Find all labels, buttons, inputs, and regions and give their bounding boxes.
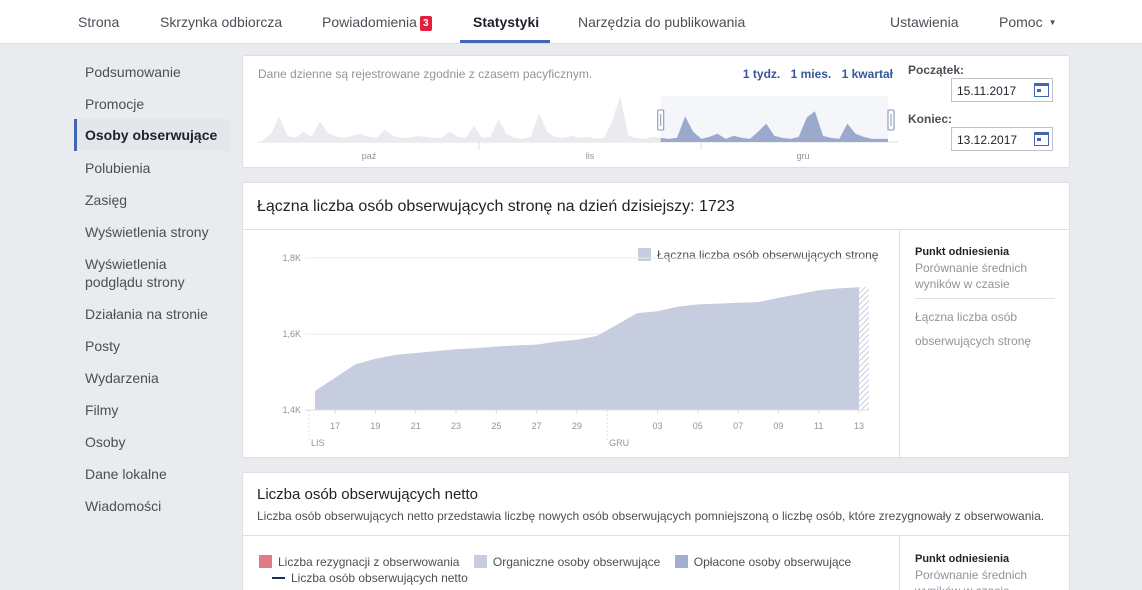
timezone-note: Dane dzienne są rejestrowane zgodnie z c… [258,67,593,81]
divider [899,229,900,457]
end-date-label: Koniec: [908,112,953,126]
total-followers-title: Łączna liczba osób obserwujących stronę … [257,198,735,215]
range-1-quarter[interactable]: 1 kwartał [842,67,893,81]
x-tick-label: 03 [653,421,663,431]
y-tick-label: 1,8K [282,253,301,263]
date-range-panel: Dane dzienne są rejestrowane zgodnie z c… [242,55,1070,168]
legend-label-paid: Opłacone osoby obserwujące [693,555,852,569]
net-followers-title: Liczba osób obserwujących netto [257,486,478,503]
total-followers-panel: Łączna liczba osób obserwujących stronę … [242,182,1070,458]
x-tick-label: 25 [491,421,501,431]
legend-swatch-unfollows [259,555,272,568]
x-tick-label: 09 [773,421,783,431]
month-label: LIS [311,438,325,448]
x-tick-label: 13 [854,421,864,431]
tab-notifications[interactable]: Powiadomienia 3 [322,0,432,43]
sidebar-item-people[interactable]: Osoby [74,433,230,451]
benchmark-title: Punkt odniesienia [915,553,1010,565]
sidebar-item-followers[interactable]: Osoby obserwujące [74,119,230,151]
sidebar-item-videos[interactable]: Filmy [74,401,230,419]
sidebar-item-reach[interactable]: Zasięg [74,191,230,209]
followers-area-chart[interactable]: 1,4K 1,6K 1,8K 17 19 21 23 25 27 29 03 05 07 09 11 13 L… [243,230,883,458]
x-tick-label: 05 [693,421,703,431]
sidebar-item-messages[interactable]: Wiadomości [74,497,230,515]
legend-label-net: Liczba osób obserwujących netto [291,571,468,585]
calendar-icon[interactable] [1034,132,1049,146]
legend-label-organic: Organiczne osoby obserwujące [492,555,661,569]
end-date-value: 13.12.2017 [957,133,1018,147]
legend-label-unfollows: Liczba rezygnacji z obserwowania [278,555,460,569]
tab-page[interactable]: Strona [78,0,119,43]
sidebar-item-posts[interactable]: Posty [74,337,230,355]
benchmark-subtitle: Porównanie średnich wyników w czasie [915,261,1028,291]
tab-notifications-label: Powiadomienia [322,14,417,30]
settings-link[interactable]: Ustawienia [890,0,958,43]
start-date-input[interactable]: 15.11.2017 [951,78,1053,102]
y-tick-label: 1,4K [282,405,301,415]
legend-swatch-organic [473,555,487,568]
sidebar-item-page-previews[interactable]: Wyświetlenia podglądu strony [74,255,194,291]
sidebar-item-overview[interactable]: Podsumowanie [74,63,230,81]
end-date-input[interactable]: 13.12.2017 [951,127,1053,151]
active-tab-indicator [460,40,550,43]
benchmark-title: Punkt odniesienia [915,246,1010,258]
divider [243,535,1069,536]
caret-down-icon: ▼ [1048,18,1057,27]
tab-insights[interactable]: Statystyki [473,0,539,43]
start-date-label: Początek: [908,63,965,77]
month-label-oct: paź [362,151,377,161]
sidebar-item-events[interactable]: Wydarzenia [74,369,230,387]
x-tick-label: 19 [370,421,380,431]
benchmark-subtitle: Porównanie średnich wyników w czasie [915,568,1028,590]
notifications-badge: 3 [419,16,432,31]
sidebar-item-local[interactable]: Dane lokalne [74,465,230,483]
range-presets: 1 tydz. 1 mies. 1 kwartał [736,67,893,81]
legend-line-net [272,577,285,579]
today-partial-bar [859,287,869,410]
x-tick-label: 11 [814,421,823,431]
help-label: Pomoc [999,14,1043,30]
net-followers-panel: Liczba osób obserwujących netto Liczba o… [242,472,1070,590]
x-tick-label: 23 [451,421,461,431]
x-tick-label: 07 [733,421,743,431]
x-tick-label: 21 [411,421,421,431]
tab-publishing-tools[interactable]: Narzędzia do publikowania [578,0,745,43]
benchmark-metric[interactable]: Łączna liczba osób obserwujących stronę [915,305,1055,353]
help-menu[interactable]: Pomoc ▼ [999,0,1057,43]
top-nav: Strona Skrzynka odbiorcza Powiadomienia 3… [0,0,1142,44]
divider [915,298,1055,299]
start-date-value: 15.11.2017 [957,84,1017,98]
tab-inbox[interactable]: Skrzynka odbiorcza [160,0,282,43]
sidebar-item-page-views[interactable]: Wyświetlenia strony [74,223,230,241]
month-label-dec: gru [796,151,809,161]
x-tick-label: 17 [330,421,340,431]
x-tick-label: 27 [532,421,542,431]
range-1-month[interactable]: 1 mies. [791,67,832,81]
sidebar-item-likes[interactable]: Polubienia [74,159,230,177]
net-followers-description: Liczba osób obserwujących netto przedsta… [257,509,1045,523]
followers-area [315,287,859,410]
x-tick-label: 29 [572,421,582,431]
net-chart-legend-line: Liczba osób obserwujących netto [272,569,468,587]
y-tick-label: 1,6K [282,329,301,339]
benchmark-box: Punkt odniesienia Porównanie średnich wy… [915,553,1055,590]
sidebar-item-actions[interactable]: Działania na stronie [74,305,230,323]
sidebar-item-promotions[interactable]: Promocje [74,95,230,113]
month-label: GRU [609,438,629,448]
overview-selection [660,96,888,142]
month-label-nov: lis [586,151,595,161]
divider [899,535,900,590]
overview-chart[interactable]: paź lis gru [258,86,898,181]
legend-swatch-paid [674,555,688,568]
calendar-icon[interactable] [1034,83,1049,97]
benchmark-box: Punkt odniesienia Porównanie średnich wy… [915,246,1055,353]
range-1-week[interactable]: 1 tydz. [743,67,780,81]
